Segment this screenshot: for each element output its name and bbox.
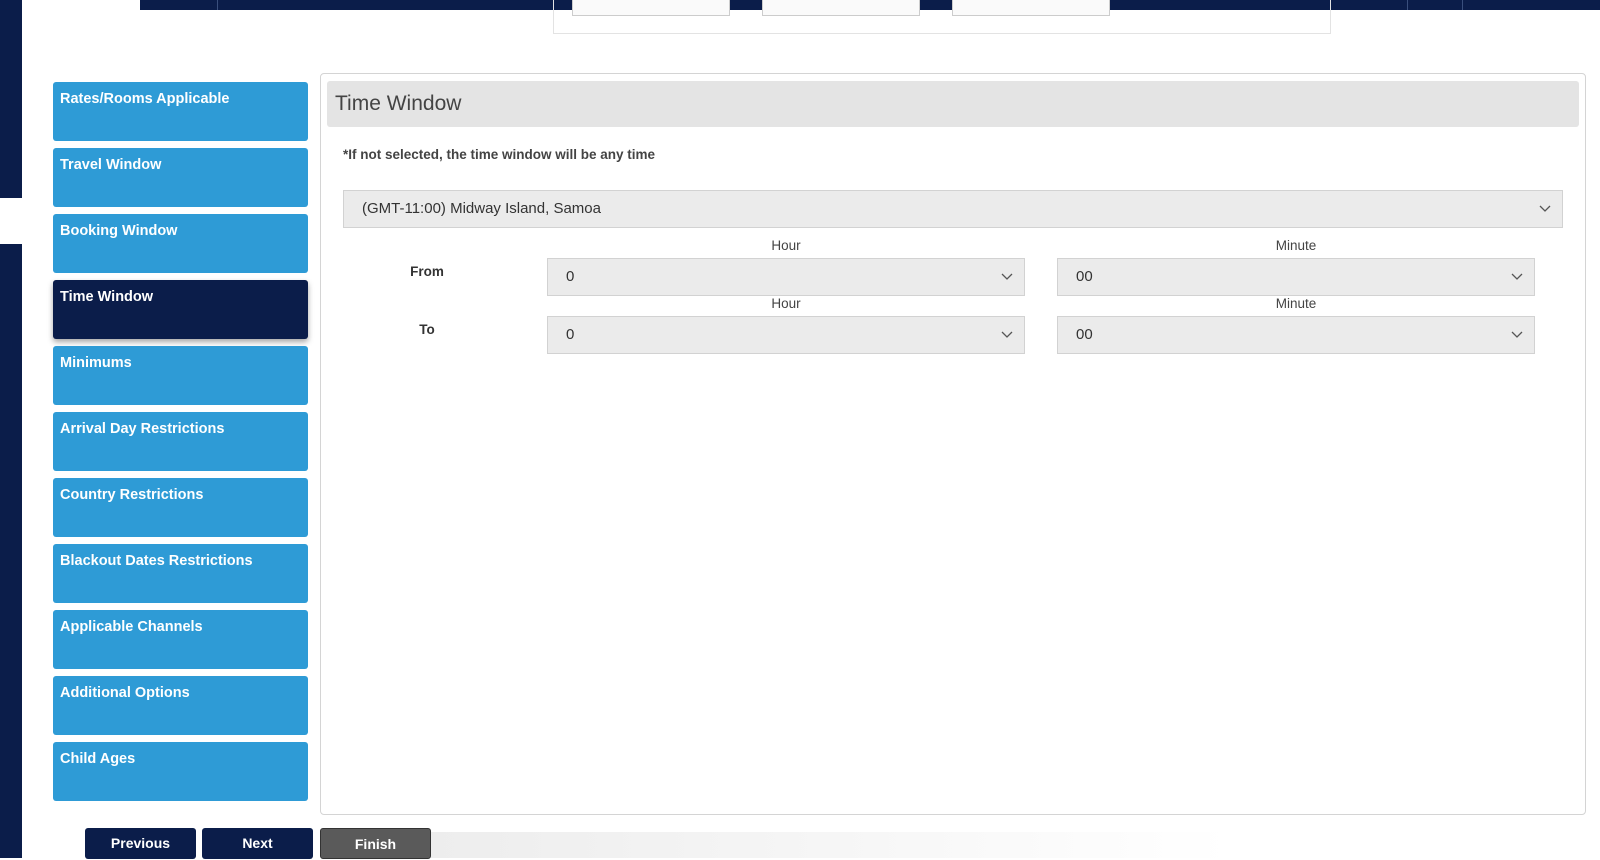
left-strip-notch <box>0 198 22 244</box>
sidebar-item-label: Country Restrictions <box>60 487 204 503</box>
sidebar-item-label: Child Ages <box>60 751 136 767</box>
sidebar-item-child-ages[interactable]: Child Ages <box>53 742 308 801</box>
from-hour-select[interactable]: 0 <box>547 258 1025 296</box>
to-minute-value: 00 <box>1076 326 1093 343</box>
sidebar-item-label: Additional Options <box>60 685 190 701</box>
chevron-down-icon <box>1510 317 1524 353</box>
sidebar-item-label: Blackout Dates Restrictions <box>60 553 253 569</box>
sidebar-item-time-window[interactable]: Time Window <box>53 280 308 339</box>
next-button[interactable]: Next <box>202 828 313 859</box>
sidebar-item-label: Booking Window <box>60 223 178 239</box>
to-hour-label: Hour <box>771 296 801 311</box>
from-hour-label: Hour <box>771 238 801 253</box>
sidebar-item-label: Travel Window <box>60 157 162 173</box>
sidebar-nav: Rates/Rooms Applicable Travel Window Boo… <box>53 82 308 808</box>
sidebar-item-country-restrictions[interactable]: Country Restrictions <box>53 478 308 537</box>
chevron-down-icon <box>1000 317 1014 353</box>
panel-title: Time Window <box>327 81 1579 127</box>
finish-button[interactable]: Finish <box>320 828 431 859</box>
top-filter-field[interactable] <box>572 0 730 16</box>
to-minute-label: Minute <box>1275 296 1317 311</box>
top-nav-separator <box>1407 0 1408 10</box>
top-filter-field[interactable] <box>952 0 1110 16</box>
to-minute-select[interactable]: 00 <box>1057 316 1535 354</box>
sidebar-item-arrival-day-restrictions[interactable]: Arrival Day Restrictions <box>53 412 308 471</box>
previous-button[interactable]: Previous <box>85 828 196 859</box>
timezone-select[interactable]: (GMT-11:00) Midway Island, Samoa <box>343 190 1563 228</box>
top-filter-field[interactable] <box>762 0 920 16</box>
chevron-down-icon <box>1510 259 1524 295</box>
left-edge-strip <box>0 0 22 858</box>
from-minute-label: Minute <box>1275 238 1317 253</box>
sidebar-item-rates-rooms-applicable[interactable]: Rates/Rooms Applicable <box>53 82 308 141</box>
sidebar-item-label: Time Window <box>60 289 154 305</box>
sidebar-item-minimums[interactable]: Minimums <box>53 346 308 405</box>
sidebar-item-blackout-dates-restrictions[interactable]: Blackout Dates Restrictions <box>53 544 308 603</box>
from-label: From <box>410 264 444 279</box>
timezone-select-value: (GMT-11:00) Midway Island, Samoa <box>362 200 601 217</box>
top-nav-separator <box>217 0 218 10</box>
to-hour-select[interactable]: 0 <box>547 316 1025 354</box>
sidebar-item-label: Minimums <box>60 355 132 371</box>
sidebar-item-additional-options[interactable]: Additional Options <box>53 676 308 735</box>
sidebar-item-label: Rates/Rooms Applicable <box>60 91 230 107</box>
sidebar-item-booking-window[interactable]: Booking Window <box>53 214 308 273</box>
sidebar-item-label: Arrival Day Restrictions <box>60 421 225 437</box>
from-minute-value: 00 <box>1076 268 1093 285</box>
footer-shadow <box>430 832 1230 858</box>
sidebar-item-applicable-channels[interactable]: Applicable Channels <box>53 610 308 669</box>
chevron-down-icon <box>1538 191 1552 227</box>
from-hour-value: 0 <box>566 268 575 285</box>
top-nav-separator <box>1462 0 1463 10</box>
to-hour-value: 0 <box>566 326 575 343</box>
sidebar-item-travel-window[interactable]: Travel Window <box>53 148 308 207</box>
from-minute-select[interactable]: 00 <box>1057 258 1535 296</box>
top-filter-fragment <box>553 0 1331 34</box>
chevron-down-icon <box>1000 259 1014 295</box>
time-window-note: *If not selected, the time window will b… <box>343 147 656 162</box>
sidebar-item-label: Applicable Channels <box>60 619 203 635</box>
time-window-panel: Time Window *If not selected, the time w… <box>320 73 1586 815</box>
to-label: To <box>419 322 435 337</box>
